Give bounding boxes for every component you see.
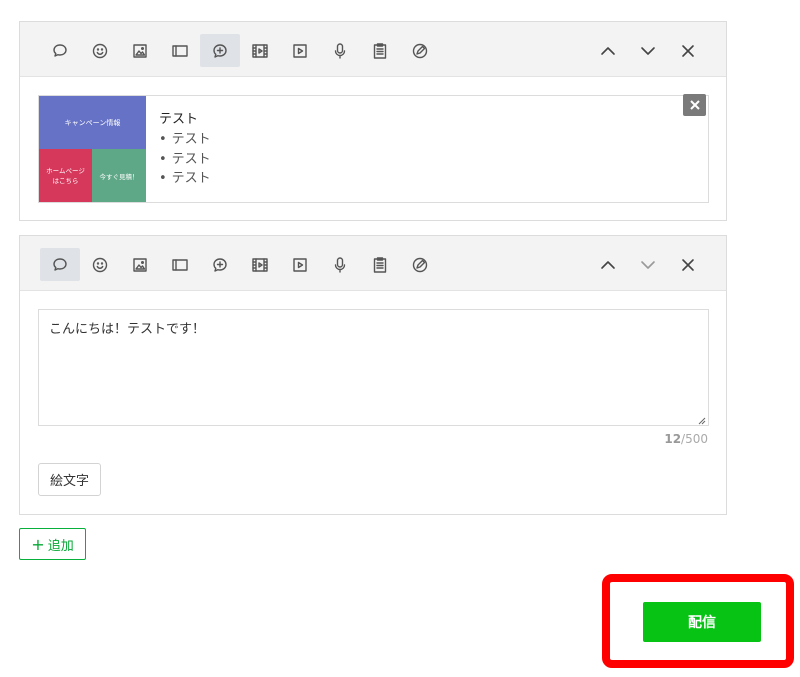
card-text-block: テスト テスト テスト テスト [159,108,211,189]
close-icon [689,100,700,110]
clipboard-icon[interactable] [360,34,400,67]
move-down-button[interactable] [628,34,668,67]
coupon-icon[interactable] [400,248,440,281]
card-list-item: テスト [159,150,211,170]
move-up-button[interactable] [588,248,628,281]
remove-card-button[interactable] [683,94,706,116]
char-max: /500 [681,432,708,446]
plus-icon: + [31,534,45,554]
text-bubble-icon[interactable] [40,248,80,281]
close-icon [682,44,694,57]
card-image: キャンペーン情報 ホームページ はこちら 今すぐ見積！ [39,96,146,202]
card-icon[interactable] [160,34,200,67]
card-item-list: テスト テスト テスト [159,130,211,189]
text-bubble-icon[interactable] [40,34,80,67]
add-message-button[interactable]: + 追加 [19,528,86,560]
chevron-down-icon [641,46,655,55]
emoji-button[interactable]: 絵文字 [38,463,102,496]
image-icon[interactable] [120,34,160,67]
image-area-bottom-right: 今すぐ見積！ [92,149,146,202]
image-area-bottom-left: ホームページ はこちら [39,149,92,202]
add-label: 追加 [47,538,74,554]
card-list-item: テスト [159,169,211,189]
image-area-top: キャンペーン情報 [39,96,146,149]
move-up-button[interactable] [588,34,628,67]
chevron-up-icon [601,46,615,55]
delete-message-button[interactable] [668,34,708,67]
rich-message-icon[interactable] [200,248,240,281]
message-text: こんにちは！テストです！ [49,322,206,337]
emoji-icon[interactable] [80,34,120,67]
card-list-item: テスト [159,130,211,150]
card-icon[interactable] [160,248,200,281]
message-panel-2: こんにちは！テストです！ 12/500 絵文字 [19,235,727,515]
clipboard-icon[interactable] [360,248,400,281]
message-type-toolbar [20,22,726,77]
play-icon[interactable] [280,34,320,67]
mic-icon[interactable] [320,34,360,67]
close-icon [682,258,694,271]
send-button[interactable]: 配信 [643,602,761,642]
image-icon[interactable] [120,248,160,281]
delete-message-button[interactable] [668,248,708,281]
video-icon[interactable] [240,34,280,67]
coupon-icon[interactable] [400,34,440,67]
chevron-up-icon [601,260,615,269]
message-panel-1: キャンペーン情報 ホームページ はこちら 今すぐ見積！ テスト テスト テスト … [19,21,727,221]
video-icon[interactable] [240,248,280,281]
resize-handle-icon[interactable] [697,414,706,425]
mic-icon[interactable] [320,248,360,281]
emoji-icon[interactable] [80,248,120,281]
rich-message-icon[interactable] [200,34,240,67]
card-message-preview[interactable]: キャンペーン情報 ホームページ はこちら 今すぐ見積！ テスト テスト テスト … [38,94,709,203]
message-type-toolbar [20,236,726,291]
play-icon[interactable] [280,248,320,281]
chevron-down-icon [641,260,655,269]
card-title: テスト [159,112,199,127]
char-count: 12 [664,432,682,446]
character-counter: 12/500 [664,432,708,446]
move-down-button[interactable] [628,248,668,281]
message-textarea[interactable]: こんにちは！テストです！ [38,309,709,426]
